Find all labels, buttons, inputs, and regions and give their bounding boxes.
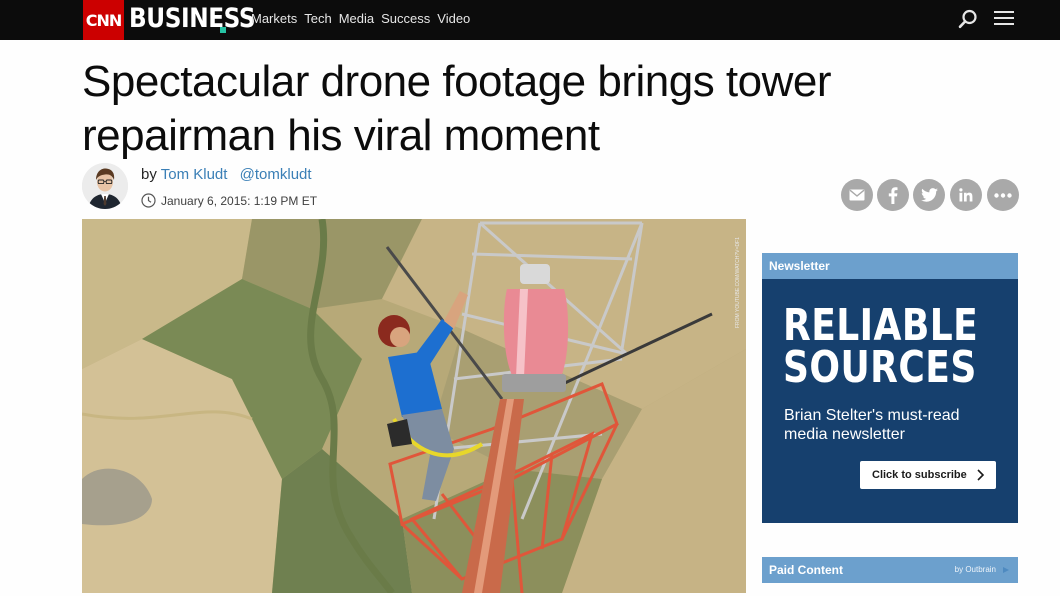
- author-avatar[interactable]: [82, 163, 128, 209]
- business-logo[interactable]: BUSINESS: [129, 3, 256, 35]
- paid-content-label: Paid Content: [769, 563, 843, 577]
- subscribe-button[interactable]: Click to subscribe: [860, 461, 996, 489]
- subscribe-button-label: Click to subscribe: [872, 469, 967, 481]
- author-twitter-handle[interactable]: @tomkludt: [240, 166, 312, 183]
- outbrain-icon[interactable]: [1002, 566, 1010, 574]
- nav-media[interactable]: Media: [339, 11, 374, 27]
- promo-title: RELIABLE SOURCES: [783, 300, 979, 393]
- share-more-button[interactable]: [987, 179, 1019, 211]
- promo-title-line-1: RELIABLE: [783, 300, 979, 351]
- more-icon: [994, 192, 1012, 198]
- paid-content-header: Paid Content by Outbrain: [762, 557, 1018, 583]
- search-icon[interactable]: [958, 9, 978, 29]
- share-twitter-button[interactable]: [913, 179, 945, 211]
- outbrain-link[interactable]: by Outbrain: [955, 557, 996, 583]
- chevron-right-icon: [977, 469, 985, 481]
- nav-tech[interactable]: Tech: [304, 11, 331, 27]
- linkedin-icon: [959, 188, 973, 202]
- twitter-icon: [920, 188, 938, 202]
- share-linkedin-button[interactable]: [950, 179, 982, 211]
- business-logo-dot: [220, 27, 226, 33]
- section-nav: Markets Tech Media Success Video: [251, 11, 477, 27]
- hero-image[interactable]: [82, 219, 746, 593]
- newsletter-label: Newsletter: [762, 253, 1018, 279]
- hamburger-menu-icon[interactable]: [994, 11, 1014, 27]
- email-icon: [849, 189, 865, 201]
- byline-prefix: by: [141, 166, 157, 183]
- nav-markets[interactable]: Markets: [251, 11, 297, 27]
- image-credit: FROM YOUTUBE.COM/WATCH?V=DF1: [735, 237, 741, 328]
- newsletter-promo[interactable]: RELIABLE SOURCES Brian Stelter's must-re…: [762, 279, 1018, 523]
- publish-timestamp: January 6, 2015: 1:19 PM ET: [161, 194, 318, 208]
- facebook-icon: [888, 186, 898, 204]
- nav-video[interactable]: Video: [437, 11, 470, 27]
- top-navigation-bar: CNN BUSINESS Markets Tech Media Success …: [0, 0, 1060, 40]
- byline: by Tom Kludt @tomkludt: [141, 166, 312, 184]
- cnn-logo[interactable]: CNN: [83, 0, 124, 40]
- promo-title-line-2: SOURCES: [783, 342, 977, 393]
- promo-description: Brian Stelter's must-read media newslett…: [784, 407, 960, 443]
- author-link[interactable]: Tom Kludt: [161, 166, 228, 183]
- share-email-button[interactable]: [841, 179, 873, 211]
- article-headline: Spectacular drone footage brings tower r…: [82, 57, 832, 160]
- nav-success[interactable]: Success: [381, 11, 430, 27]
- share-facebook-button[interactable]: [877, 179, 909, 211]
- clock-icon: [141, 193, 156, 208]
